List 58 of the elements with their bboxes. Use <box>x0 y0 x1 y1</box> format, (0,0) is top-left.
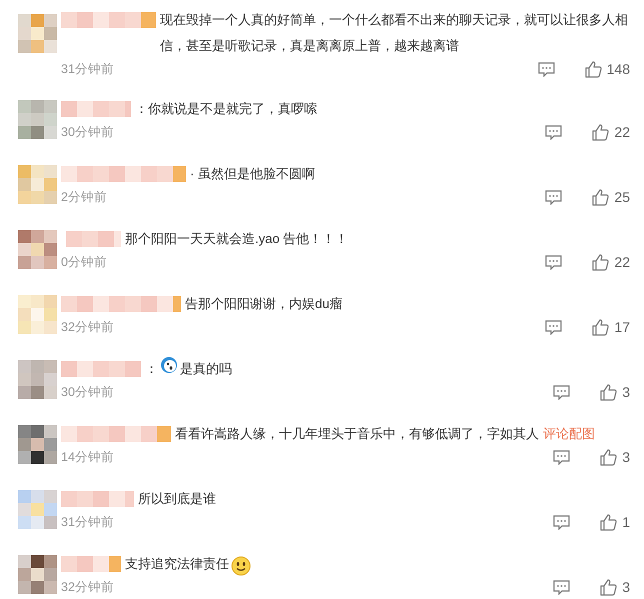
reply-button[interactable] <box>553 384 570 400</box>
smiley-icon <box>231 556 251 576</box>
timestamp: 30分钟前 <box>61 384 115 400</box>
reply-button[interactable] <box>538 62 555 76</box>
comment-text: 是真的吗 <box>180 360 232 378</box>
comment-text: ： <box>145 360 158 378</box>
comment-icon <box>545 190 562 204</box>
like-button[interactable]: 25 <box>592 188 630 206</box>
like-button[interactable]: 3 <box>600 578 630 596</box>
comment-text: 看看许嵩路人缘，十几年埋头于音乐中，有够低调了，字如其人 <box>175 425 539 443</box>
thumbs-up-icon <box>592 124 610 140</box>
comment-icon <box>545 320 562 334</box>
like-button[interactable]: 148 <box>584 60 630 78</box>
thumbs-up-icon <box>600 514 618 530</box>
timestamp: 0分钟前 <box>61 254 108 270</box>
comment-icon <box>553 514 570 530</box>
reply-button[interactable] <box>553 514 570 530</box>
thumbs-up-icon <box>600 578 618 596</box>
like-button[interactable]: 22 <box>592 254 630 270</box>
image-link[interactable]: 评论配图 <box>543 421 595 447</box>
like-button[interactable]: 3 <box>600 384 630 400</box>
comment-text: ：你就说是不是就完了，真啰嗦 <box>135 100 317 118</box>
timestamp: 31分钟前 <box>61 514 115 530</box>
thumbs-up-icon <box>600 384 618 400</box>
thumbs-up-icon <box>592 318 610 336</box>
like-button[interactable]: 22 <box>592 124 630 140</box>
timestamp: 2分钟前 <box>61 188 108 206</box>
like-button[interactable]: 3 <box>600 448 630 466</box>
timestamp: 14分钟前 <box>61 448 115 466</box>
comment-icon <box>545 254 562 270</box>
reply-button[interactable] <box>553 450 570 464</box>
emoji-icon <box>160 356 178 374</box>
timestamp: 30分钟前 <box>61 124 115 140</box>
comment-text: 所以到底是谁 <box>138 490 216 508</box>
timestamp: 32分钟前 <box>61 578 115 596</box>
timestamp: 31分钟前 <box>61 60 115 78</box>
comment-text: 现在毁掉一个人真的好简单，一个什么都看不出来的聊天记录，就可以让很多人相信，甚至是听歌记录，真是离离原上普，越来越离谱 <box>160 11 629 55</box>
comment-text: 告那个阳阳谢谢，内娱du瘤 <box>185 295 342 313</box>
reply-button[interactable] <box>545 190 562 204</box>
comment-icon <box>545 124 562 140</box>
thumbs-up-icon <box>592 188 610 206</box>
thumbs-up-icon <box>600 448 618 466</box>
reply-button[interactable] <box>545 254 562 270</box>
comment-text: · 虽然但是他脸不圆啊 <box>190 165 315 183</box>
thumbs-up-icon <box>592 254 610 270</box>
reply-button[interactable] <box>545 320 562 334</box>
reply-button[interactable] <box>553 580 570 594</box>
timestamp: 32分钟前 <box>61 318 115 336</box>
like-button[interactable]: 1 <box>600 514 630 530</box>
comment-text: 那个阳阳一天天就会造.yao 告他！！！ <box>125 230 348 248</box>
comment-text: 支持追究法律责任 <box>125 555 229 573</box>
thumbs-up-icon <box>584 60 602 78</box>
like-button[interactable]: 17 <box>592 318 630 336</box>
comment-icon <box>538 62 555 76</box>
comment-icon <box>553 580 570 594</box>
reply-button[interactable] <box>545 124 562 140</box>
comment-icon <box>553 450 570 464</box>
comment-icon <box>553 384 570 400</box>
